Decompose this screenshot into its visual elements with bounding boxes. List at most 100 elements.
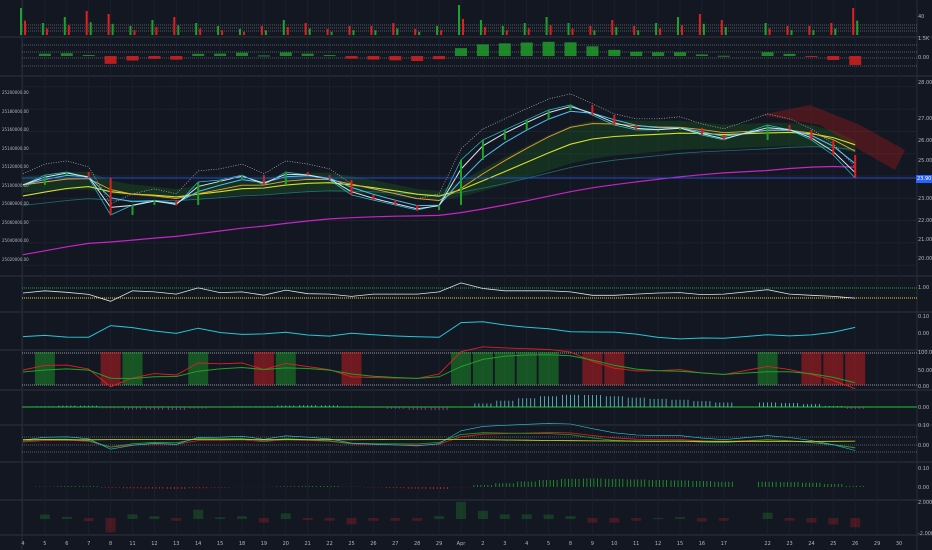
volume-bar-secondary [702,23,705,35]
volume-bar [85,11,88,35]
axis-label-pane-volume: 40 [918,14,925,20]
candle [306,171,309,176]
volume-bar-secondary [505,30,508,35]
stoch-zone [845,352,866,385]
date-axis-label: 4 [21,541,25,547]
bottom-bar [850,518,861,528]
candle [65,171,68,176]
bottom-bar [258,518,269,523]
volume-bar-secondary [571,28,574,35]
bottom-bar [653,518,664,519]
delta-bar [630,51,643,56]
volume-bar-secondary [133,30,136,35]
volume-bar [217,26,220,35]
bottom-bar [39,514,50,519]
left-axis-label: 25020000.00 [2,256,29,262]
date-axis-label: 27 [392,541,399,547]
bottom-bar [149,516,160,519]
volume-bar [151,20,154,35]
bottom-bar [521,514,532,519]
candle [547,110,550,120]
candle [766,124,769,140]
delta-bar [257,55,270,57]
date-axis-label: 3 [503,541,507,547]
left-axis-label: 25140000.00 [2,145,29,151]
volume-bar [677,17,679,35]
date-axis-label: 13 [173,541,180,547]
axis-label-main: 28.00 [918,80,932,86]
date-axis-label: 22 [764,541,771,547]
volume-bar-secondary [856,20,859,35]
date-axis-label: 10 [611,541,618,547]
volume-bar-secondary [308,28,311,35]
volume-bar-secondary [418,31,421,35]
volume-bar-secondary [24,20,26,35]
candle [109,178,112,215]
bottom-bar [61,516,72,519]
date-axis-label: 12 [151,541,158,547]
delta-bar [323,55,336,57]
date-axis-label: 2 [481,541,485,547]
delta-bar [214,53,227,56]
candle [219,180,222,183]
bottom-bar [83,518,94,522]
volume-bar [436,26,439,35]
volume-bar [326,29,329,35]
stoch-zone [100,352,121,385]
volume-bar-secondary [286,27,289,35]
candle [131,204,134,215]
stoch-zone [538,352,559,385]
volume-bar-secondary [768,28,771,35]
volume-bar [129,26,132,35]
candle [175,200,178,205]
volume-bar [107,14,110,35]
volume-bar-secondary [593,30,596,35]
volume-bar [808,26,811,35]
volume-bar-secondary [549,25,552,35]
stoch-zone [341,352,362,385]
trading-chart[interactable]: 23.90 40 1.5K 0.00 28.00 27.00 26.00 25.00 23.0… [0,0,932,550]
volume-bar [260,26,263,35]
stoch-zone [801,352,822,385]
delta-bar [652,52,665,56]
volume-bar [173,17,176,35]
volume-bar-secondary [330,31,333,35]
axis-label-pane-stoch: 50.00 [918,368,932,374]
volume-bar [830,23,833,35]
delta-bar [761,52,774,56]
date-axis-label: 5 [547,541,551,547]
candle [700,127,703,136]
left-axis-label: 25160000.00 [2,127,29,132]
candle [438,204,441,211]
delta-bar [586,46,599,56]
date-axis-label: 19 [260,541,268,547]
volume-bar [458,5,460,35]
delta-bar [126,56,139,61]
volume-bar-secondary [155,27,158,35]
delta-bar [498,43,511,56]
bottom-bar [587,518,598,523]
bottom-bar [215,517,226,519]
volume-bar [239,29,241,35]
bottom-bar [237,516,247,519]
bottom-bar [390,518,401,521]
candle [679,127,681,130]
volume-bar-secondary [177,25,180,35]
axis-label-main: 21.00 [918,237,932,243]
volume-bar-secondary [243,31,245,35]
volume-bar [852,8,855,35]
axis-label-pane-bottom: 2.0000 [918,500,932,506]
volume-bar [348,26,351,35]
bottom-bar [543,514,554,519]
candle [613,114,616,125]
axis-label-pane-stoch: 0.00 [918,384,930,390]
chart-canvas[interactable] [0,0,932,550]
date-axis-label: 4 [525,541,529,547]
bottom-bar [434,516,445,519]
bottom-bar [324,518,335,521]
date-axis-label: 25 [830,541,837,547]
volume-bar-secondary [374,30,377,35]
delta-bar [805,56,818,57]
candle [197,182,200,205]
delta-bar [236,52,248,56]
